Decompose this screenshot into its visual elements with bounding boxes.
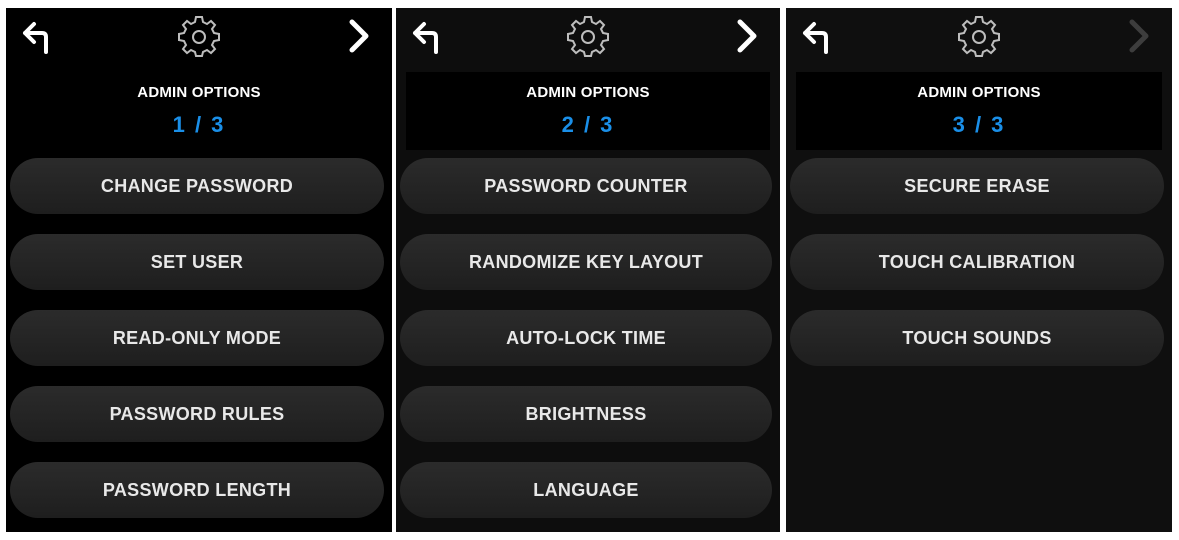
chevron-right-icon — [1124, 16, 1154, 56]
nav-bar — [396, 8, 780, 72]
read-only-mode-button[interactable]: READ-ONLY MODE — [10, 310, 384, 366]
touch-calibration-button[interactable]: TOUCH CALIBRATION — [790, 234, 1164, 290]
password-length-button[interactable]: PASSWORD LENGTH — [10, 462, 384, 518]
randomize-key-layout-button[interactable]: RANDOMIZE KEY LAYOUT — [400, 234, 772, 290]
back-arrow-icon[interactable] — [410, 16, 450, 56]
admin-screen-3: ADMIN OPTIONS 3 / 3 SECURE ERASE TOUCH C… — [786, 8, 1172, 532]
page-counter: 3 / 3 — [952, 112, 1006, 137]
back-arrow-icon[interactable] — [20, 16, 60, 56]
button-label: CHANGE PASSWORD — [100, 175, 294, 196]
button-label: PASSWORD LENGTH — [102, 479, 292, 500]
touch-sounds-button[interactable]: TOUCH SOUNDS — [790, 310, 1164, 366]
button-label: TOUCH SOUNDS — [902, 327, 1052, 348]
page-title: ADMIN OPTIONS — [917, 84, 1041, 101]
password-counter-button[interactable]: PASSWORD COUNTER — [400, 158, 772, 214]
page-title: ADMIN OPTIONS — [526, 84, 650, 101]
gear-icon[interactable] — [177, 14, 221, 58]
gear-icon[interactable] — [957, 14, 1001, 58]
header: ADMIN OPTIONS 3 / 3 — [796, 72, 1162, 150]
secure-erase-button[interactable]: SECURE ERASE — [790, 158, 1164, 214]
button-label: PASSWORD COUNTER — [484, 175, 688, 196]
set-user-button[interactable]: SET USER — [10, 234, 384, 290]
button-label: SET USER — [150, 251, 244, 272]
brightness-button[interactable]: BRIGHTNESS — [400, 386, 772, 442]
button-label: READ-ONLY MODE — [112, 327, 282, 348]
button-label: PASSWORD RULES — [109, 403, 285, 424]
change-password-button[interactable]: CHANGE PASSWORD — [10, 158, 384, 214]
options-menu: SECURE ERASE TOUCH CALIBRATION TOUCH SOU… — [786, 158, 1172, 386]
gear-icon[interactable] — [566, 14, 610, 58]
options-menu: CHANGE PASSWORD SET USER READ-ONLY MODE … — [6, 158, 392, 532]
page-counter: 1 / 3 — [172, 112, 226, 137]
nav-bar — [786, 8, 1172, 72]
button-label: AUTO-LOCK TIME — [506, 327, 666, 348]
button-label: TOUCH CALIBRATION — [878, 251, 1076, 272]
back-arrow-icon[interactable] — [800, 16, 840, 56]
header: ADMIN OPTIONS 1 / 3 — [16, 72, 382, 150]
admin-screen-2: ADMIN OPTIONS 2 / 3 PASSWORD COUNTER RAN… — [396, 8, 780, 532]
page-counter: 2 / 3 — [561, 112, 615, 137]
button-label: BRIGHTNESS — [525, 403, 647, 424]
options-menu: PASSWORD COUNTER RANDOMIZE KEY LAYOUT AU… — [396, 158, 780, 532]
header: ADMIN OPTIONS 2 / 3 — [406, 72, 770, 150]
button-label: RANDOMIZE KEY LAYOUT — [468, 251, 704, 272]
password-rules-button[interactable]: PASSWORD RULES — [10, 386, 384, 442]
button-label: LANGUAGE — [533, 479, 639, 500]
admin-screen-1: ADMIN OPTIONS 1 / 3 CHANGE PASSWORD SET … — [6, 8, 392, 532]
auto-lock-time-button[interactable]: AUTO-LOCK TIME — [400, 310, 772, 366]
chevron-right-icon[interactable] — [344, 16, 374, 56]
language-button[interactable]: LANGUAGE — [400, 462, 772, 518]
chevron-right-icon[interactable] — [732, 16, 762, 56]
page-title: ADMIN OPTIONS — [137, 84, 261, 101]
nav-bar — [6, 8, 392, 72]
button-label: SECURE ERASE — [904, 175, 1050, 196]
